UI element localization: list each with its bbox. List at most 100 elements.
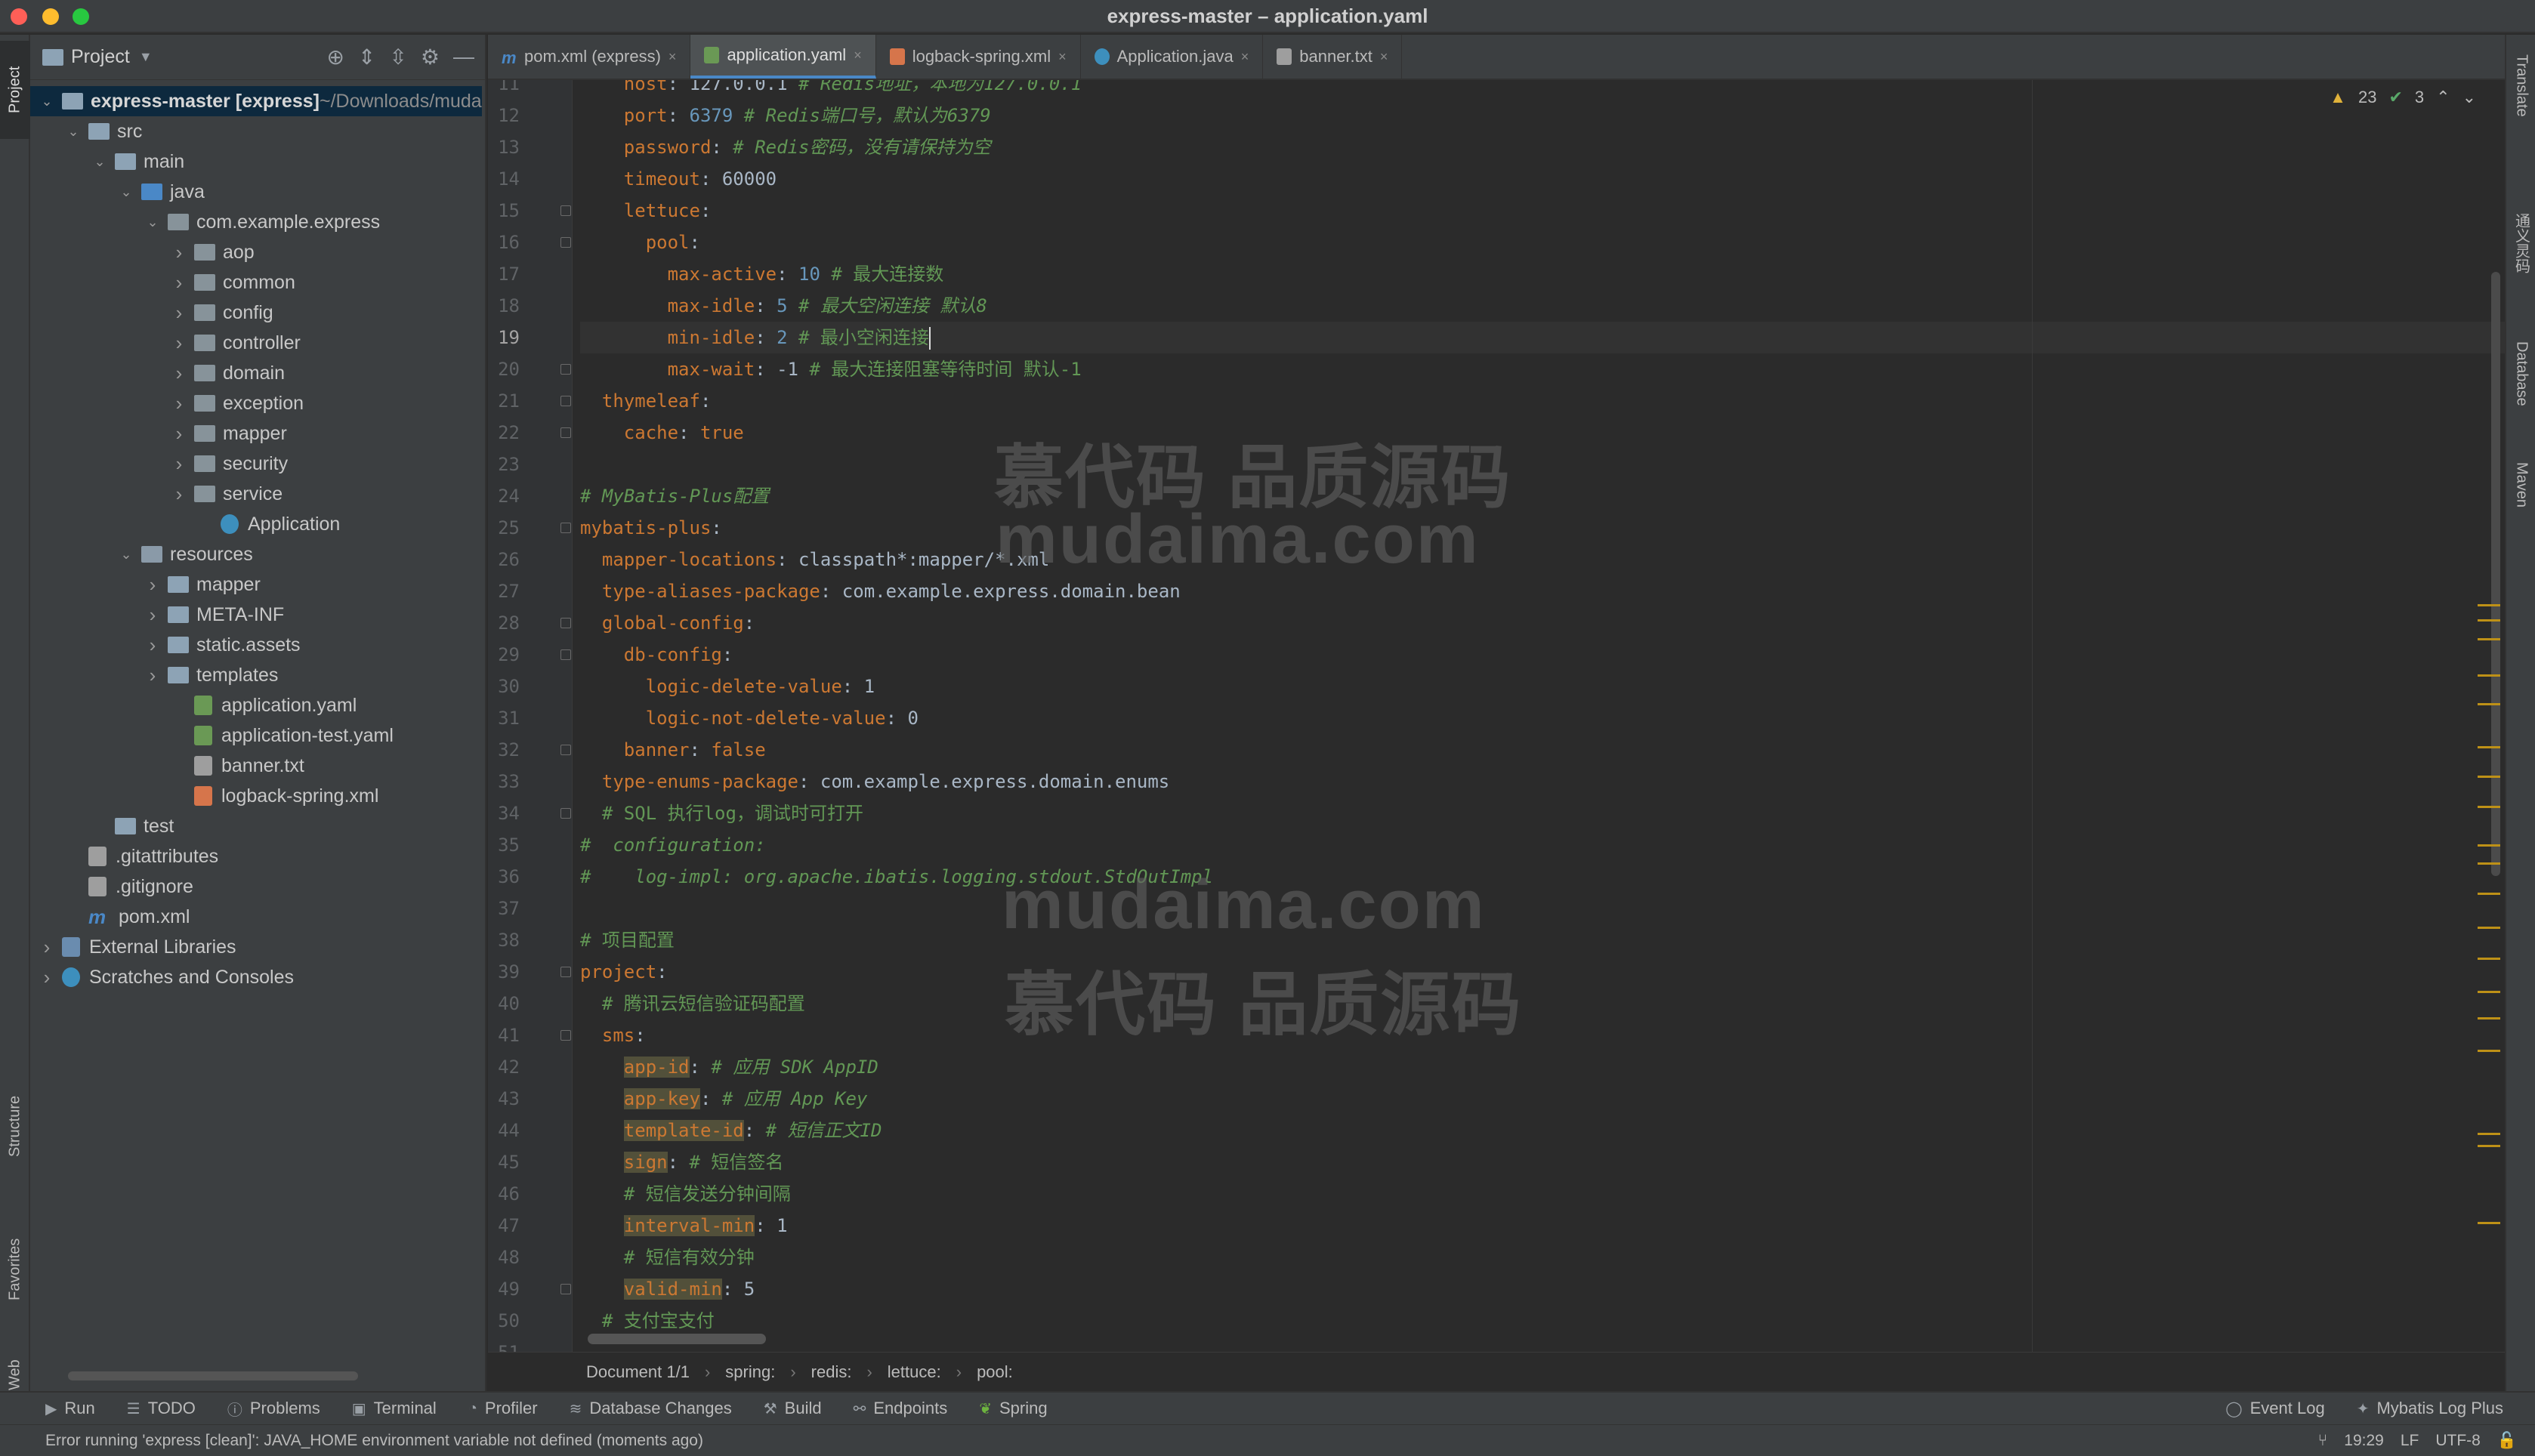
editor-vertical-scrollbar[interactable] bbox=[2491, 272, 2500, 876]
code-line[interactable]: mybatis-plus: bbox=[580, 512, 2505, 544]
tree-item[interactable]: › Scratches and Consoles bbox=[30, 962, 294, 992]
warning-stripe-mark[interactable] bbox=[2478, 703, 2500, 705]
code-line[interactable]: max-wait: -1 # 最大连接阻塞等待时间 默认-1 bbox=[580, 353, 2505, 385]
code-line[interactable]: # 支付宝支付 bbox=[580, 1305, 2505, 1337]
locate-icon[interactable]: ⊕ bbox=[326, 45, 344, 69]
fold-marker-icon[interactable] bbox=[560, 1284, 571, 1294]
chevron-right-icon[interactable]: › bbox=[145, 634, 160, 657]
mybatis-log-tool-button[interactable]: ✦ Mybatis Log Plus bbox=[2357, 1399, 2503, 1418]
tree-item[interactable]: application.yaml bbox=[30, 690, 357, 720]
tree-item[interactable]: .gitignore bbox=[30, 871, 193, 902]
chevron-down-icon[interactable]: ⌄ bbox=[92, 154, 107, 170]
breadcrumb-item[interactable]: lettuce: bbox=[888, 1362, 941, 1382]
hide-panel-icon[interactable]: — bbox=[453, 45, 474, 69]
close-icon[interactable]: × bbox=[668, 49, 677, 65]
warning-stripe-mark[interactable] bbox=[2478, 927, 2500, 929]
code-line[interactable]: max-active: 10 # 最大连接数 bbox=[580, 258, 2505, 290]
chevron-down-icon[interactable]: ⌄ bbox=[39, 94, 54, 110]
code-line[interactable]: # 短信有效分钟 bbox=[580, 1242, 2505, 1273]
code-line[interactable]: logic-not-delete-value: 0 bbox=[580, 702, 2505, 734]
warning-stripe-mark[interactable] bbox=[2478, 991, 2500, 993]
code-line[interactable]: # 腾讯云短信验证码配置 bbox=[580, 988, 2505, 1020]
code-line[interactable]: template-id: # 短信正文ID bbox=[580, 1115, 2505, 1146]
todo-tool-button[interactable]: ☰ TODO bbox=[127, 1399, 196, 1418]
project-view-selector[interactable]: Project bbox=[71, 46, 130, 68]
lock-icon[interactable]: 🔓 bbox=[2497, 1432, 2517, 1450]
database-changes-tool-button[interactable]: ≋ Database Changes bbox=[570, 1399, 732, 1418]
tree-item[interactable]: m pom.xml bbox=[30, 902, 190, 932]
fold-marker-icon[interactable] bbox=[560, 237, 571, 248]
tree-item[interactable]: .gitattributes bbox=[30, 841, 218, 871]
warning-stripe-mark[interactable] bbox=[2478, 844, 2500, 847]
gear-icon[interactable]: ⚙ bbox=[421, 45, 440, 69]
chevron-right-icon[interactable]: › bbox=[171, 301, 187, 325]
tree-item[interactable]: › mapper bbox=[30, 418, 287, 449]
breadcrumb-item[interactable]: pool: bbox=[977, 1362, 1013, 1382]
warning-stripe-mark[interactable] bbox=[2478, 862, 2500, 865]
line-separator[interactable]: LF bbox=[2401, 1432, 2419, 1450]
code-line[interactable]: app-id: # 应用 SDK AppID bbox=[580, 1051, 2505, 1083]
code-line[interactable]: # SQL 执行log，调试时可打开 bbox=[580, 797, 2505, 829]
code-line[interactable]: mapper-locations: classpath*:mapper/*.xm… bbox=[580, 544, 2505, 575]
chevron-down-icon[interactable]: ⌄ bbox=[119, 184, 134, 200]
collapse-all-icon[interactable]: ⇳ bbox=[389, 45, 406, 69]
event-log-tool-button[interactable]: ◯ Event Log bbox=[2225, 1399, 2324, 1418]
code-line[interactable]: banner: false bbox=[580, 734, 2505, 766]
fold-marker-icon[interactable] bbox=[560, 396, 571, 406]
warning-stripe-mark[interactable] bbox=[2478, 674, 2500, 677]
code-line[interactable]: project: bbox=[580, 956, 2505, 988]
fold-marker-icon[interactable] bbox=[560, 364, 571, 375]
code-line[interactable]: # configuration: bbox=[580, 829, 2505, 861]
editor-tab[interactable]: application.yaml × bbox=[690, 35, 876, 79]
chevron-right-icon[interactable]: › bbox=[39, 936, 54, 959]
maven-tool-tab[interactable]: Maven bbox=[2506, 458, 2535, 548]
fold-marker-icon[interactable] bbox=[560, 649, 571, 660]
fold-marker-icon[interactable] bbox=[560, 427, 571, 438]
code-line[interactable]: thymeleaf: bbox=[580, 385, 2505, 417]
code-line[interactable]: app-key: # 应用 App Key bbox=[580, 1083, 2505, 1115]
tree-item[interactable]: ⌄ resources bbox=[30, 539, 252, 569]
chevron-down-icon[interactable]: ▼ bbox=[139, 49, 153, 65]
status-message[interactable]: Error running 'express [clean]': JAVA_HO… bbox=[45, 1432, 703, 1450]
fanyi-tool-tab[interactable]: 通义灵码 bbox=[2506, 208, 2535, 322]
code-line[interactable] bbox=[580, 1337, 2505, 1352]
warning-stripe-mark[interactable] bbox=[2478, 1133, 2500, 1135]
code-line[interactable] bbox=[580, 449, 2505, 480]
caret-position[interactable]: 19:29 bbox=[2344, 1432, 2384, 1450]
tree-item[interactable]: ⌄ java bbox=[30, 177, 204, 207]
code-line[interactable]: logic-delete-value: 1 bbox=[580, 671, 2505, 702]
tree-item[interactable]: ⌄ main bbox=[30, 147, 184, 177]
chevron-right-icon[interactable]: › bbox=[39, 966, 54, 989]
fold-marker-icon[interactable] bbox=[560, 205, 571, 216]
warning-stripe-mark[interactable] bbox=[2478, 746, 2500, 748]
fold-marker-icon[interactable] bbox=[560, 1030, 571, 1041]
close-icon[interactable]: × bbox=[854, 48, 862, 63]
warning-stripe-mark[interactable] bbox=[2478, 1050, 2500, 1052]
project-horizontal-scrollbar[interactable] bbox=[68, 1371, 358, 1380]
tree-item[interactable]: › service bbox=[30, 479, 283, 509]
code-line[interactable]: password: # Redis密码，没有请保持为空 bbox=[580, 131, 2505, 163]
fold-marker-icon[interactable] bbox=[560, 808, 571, 819]
warning-stripe-mark[interactable] bbox=[2478, 1145, 2500, 1147]
code-line[interactable]: interval-min: 1 bbox=[580, 1210, 2505, 1242]
warning-stripe-mark[interactable] bbox=[2478, 958, 2500, 960]
chevron-right-icon[interactable]: › bbox=[171, 241, 187, 264]
fold-marker-icon[interactable] bbox=[560, 523, 571, 533]
chevron-down-icon[interactable]: ⌄ bbox=[66, 124, 81, 140]
editor-tab[interactable]: Application.java × bbox=[1081, 35, 1264, 79]
chevron-right-icon[interactable]: › bbox=[145, 664, 160, 687]
project-tool-tab[interactable]: Project bbox=[0, 41, 30, 139]
tree-item[interactable]: › META-INF bbox=[30, 600, 285, 630]
editor-tab[interactable]: banner.txt × bbox=[1263, 35, 1403, 79]
next-highlight-icon[interactable]: ⌄ bbox=[2462, 88, 2476, 107]
tree-item[interactable]: › common bbox=[30, 267, 295, 298]
code-line[interactable]: # log-impl: org.apache.ibatis.logging.st… bbox=[580, 861, 2505, 893]
favorites-tool-tab[interactable]: Favorites bbox=[0, 1213, 30, 1326]
inspection-widget[interactable]: ▲ 23 ✔ 3 ⌃ ⌄ bbox=[2330, 88, 2476, 107]
code-line[interactable]: pool: bbox=[580, 227, 2505, 258]
tree-item[interactable]: › External Libraries bbox=[30, 932, 236, 962]
chevron-right-icon[interactable]: › bbox=[171, 452, 187, 476]
line-number-gutter[interactable]: 11 12 13 14 15 16 17 18 19 20 21 22 23 24 25 26 27 28 29 30… bbox=[488, 80, 573, 1352]
tree-item[interactable]: › security bbox=[30, 449, 288, 479]
code-line[interactable]: timeout: 60000 bbox=[580, 163, 2505, 195]
